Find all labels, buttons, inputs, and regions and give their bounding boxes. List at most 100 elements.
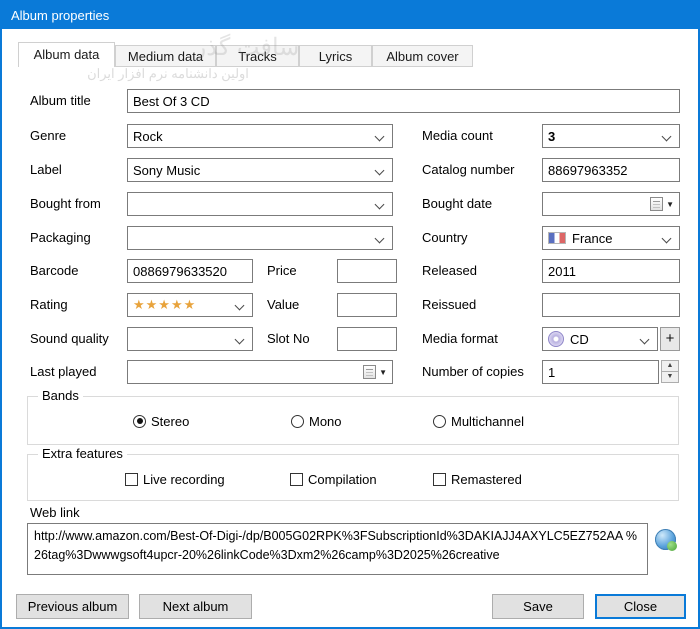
- chevron-down-icon: [235, 335, 245, 345]
- checkbox-icon: [433, 473, 446, 486]
- calendar-icon: [650, 197, 663, 211]
- catalog-number-input[interactable]: [542, 158, 680, 182]
- radio-icon: [133, 415, 146, 428]
- genre-combobox[interactable]: Rock: [127, 124, 393, 148]
- released-input[interactable]: [542, 259, 680, 283]
- add-media-format-button[interactable]: +: [660, 327, 680, 351]
- number-of-copies-label: Number of copies: [422, 360, 524, 384]
- window-title: Album properties: [11, 8, 109, 23]
- chevron-down-icon: [235, 301, 245, 311]
- sound-quality-label: Sound quality: [30, 327, 109, 351]
- watermark-small: اولین دانشنامه نرم افزار ایران: [18, 66, 318, 82]
- web-link-input[interactable]: http://www.amazon.com/Best-Of-Digi-/dp/B…: [27, 523, 648, 575]
- barcode-input[interactable]: [127, 259, 253, 283]
- rating-label: Rating: [30, 293, 68, 317]
- number-of-copies-input[interactable]: [542, 360, 659, 384]
- media-format-label: Media format: [422, 327, 498, 351]
- tab-album-cover[interactable]: Album cover: [372, 45, 473, 67]
- packaging-combobox[interactable]: [127, 226, 393, 250]
- dropdown-arrow-icon: ▼: [379, 368, 387, 377]
- label-combobox[interactable]: Sony Music: [127, 158, 393, 182]
- genre-value: Rock: [133, 129, 163, 144]
- album-properties-dialog: Album properties سافت گذر اولین دانشنامه…: [0, 0, 700, 629]
- reissued-input[interactable]: [542, 293, 680, 317]
- bought-date-picker[interactable]: ▼: [542, 192, 680, 216]
- bought-from-combobox[interactable]: [127, 192, 393, 216]
- catalog-number-label: Catalog number: [422, 158, 515, 182]
- extra-features-groupbox: Extra features Live recording Compilatio…: [27, 454, 679, 501]
- label-value: Sony Music: [133, 163, 200, 178]
- calendar-icon: [363, 365, 376, 379]
- genre-label: Genre: [30, 124, 66, 148]
- slot-no-input[interactable]: [337, 327, 397, 351]
- tab-medium-data[interactable]: Medium data: [115, 45, 216, 67]
- dropdown-arrow-icon: ▼: [666, 200, 674, 209]
- label-label: Label: [30, 158, 62, 182]
- radio-stereo[interactable]: Stereo: [133, 413, 189, 429]
- live-recording-label: Live recording: [143, 472, 225, 487]
- media-count-label: Media count: [422, 124, 493, 148]
- bands-legend: Bands: [38, 388, 83, 403]
- chevron-down-icon: [375, 166, 385, 176]
- checkbox-compilation[interactable]: Compilation: [290, 471, 377, 487]
- tab-lyrics[interactable]: Lyrics: [299, 45, 372, 67]
- checkbox-icon: [125, 473, 138, 486]
- value-label: Value: [267, 293, 299, 317]
- spinner-down-button[interactable]: ▼: [661, 371, 679, 383]
- checkbox-remastered[interactable]: Remastered: [433, 471, 522, 487]
- chevron-down-icon: [662, 132, 672, 142]
- previous-album-button[interactable]: Previous album: [16, 594, 129, 619]
- radio-mono[interactable]: Mono: [291, 413, 342, 429]
- radio-stereo-label: Stereo: [151, 414, 189, 429]
- copies-spinner: ▲ ▼: [661, 360, 679, 383]
- released-label: Released: [422, 259, 477, 283]
- value-input[interactable]: [337, 293, 397, 317]
- bought-from-label: Bought from: [30, 192, 101, 216]
- web-link-label: Web link: [30, 504, 80, 522]
- save-button[interactable]: Save: [492, 594, 584, 619]
- radio-multichannel-label: Multichannel: [451, 414, 524, 429]
- media-count-value: 3: [548, 129, 555, 144]
- rating-combobox[interactable]: ★★★★★: [127, 293, 253, 317]
- tab-album-data[interactable]: Album data: [18, 42, 115, 67]
- globe-icon[interactable]: [655, 529, 676, 550]
- rating-stars: ★★★★★: [133, 297, 196, 313]
- checkbox-icon: [290, 473, 303, 486]
- chevron-down-icon: [662, 234, 672, 244]
- reissued-label: Reissued: [422, 293, 476, 317]
- radio-multichannel[interactable]: Multichannel: [433, 413, 524, 429]
- slot-no-label: Slot No: [267, 327, 310, 351]
- extra-features-legend: Extra features: [38, 446, 127, 461]
- price-input[interactable]: [337, 259, 397, 283]
- country-label: Country: [422, 226, 468, 250]
- album-title-label: Album title: [30, 89, 91, 113]
- barcode-label: Barcode: [30, 259, 78, 283]
- radio-mono-label: Mono: [309, 414, 342, 429]
- last-played-picker[interactable]: ▼: [127, 360, 393, 384]
- france-flag-icon: [548, 232, 566, 244]
- checkbox-live-recording[interactable]: Live recording: [125, 471, 225, 487]
- last-played-label: Last played: [30, 360, 97, 384]
- compilation-label: Compilation: [308, 472, 377, 487]
- date-dropdown-button[interactable]: ▼: [363, 365, 387, 379]
- album-title-input[interactable]: [127, 89, 680, 113]
- radio-icon: [291, 415, 304, 428]
- bought-date-label: Bought date: [422, 192, 492, 216]
- next-album-button[interactable]: Next album: [139, 594, 252, 619]
- packaging-label: Packaging: [30, 226, 91, 250]
- media-format-combobox[interactable]: CD: [542, 327, 658, 351]
- tab-tracks[interactable]: Tracks: [216, 45, 299, 67]
- title-bar[interactable]: Album properties: [2, 2, 698, 29]
- radio-icon: [433, 415, 446, 428]
- remastered-label: Remastered: [451, 472, 522, 487]
- media-count-combobox[interactable]: 3: [542, 124, 680, 148]
- country-combobox[interactable]: France: [542, 226, 680, 250]
- chevron-down-icon: [640, 335, 650, 345]
- close-button[interactable]: Close: [595, 594, 686, 619]
- chevron-down-icon: [375, 132, 385, 142]
- media-format-value: CD: [570, 332, 589, 347]
- sound-quality-combobox[interactable]: [127, 327, 253, 351]
- chevron-down-icon: [375, 200, 385, 210]
- chevron-down-icon: [375, 234, 385, 244]
- date-dropdown-button[interactable]: ▼: [650, 197, 674, 211]
